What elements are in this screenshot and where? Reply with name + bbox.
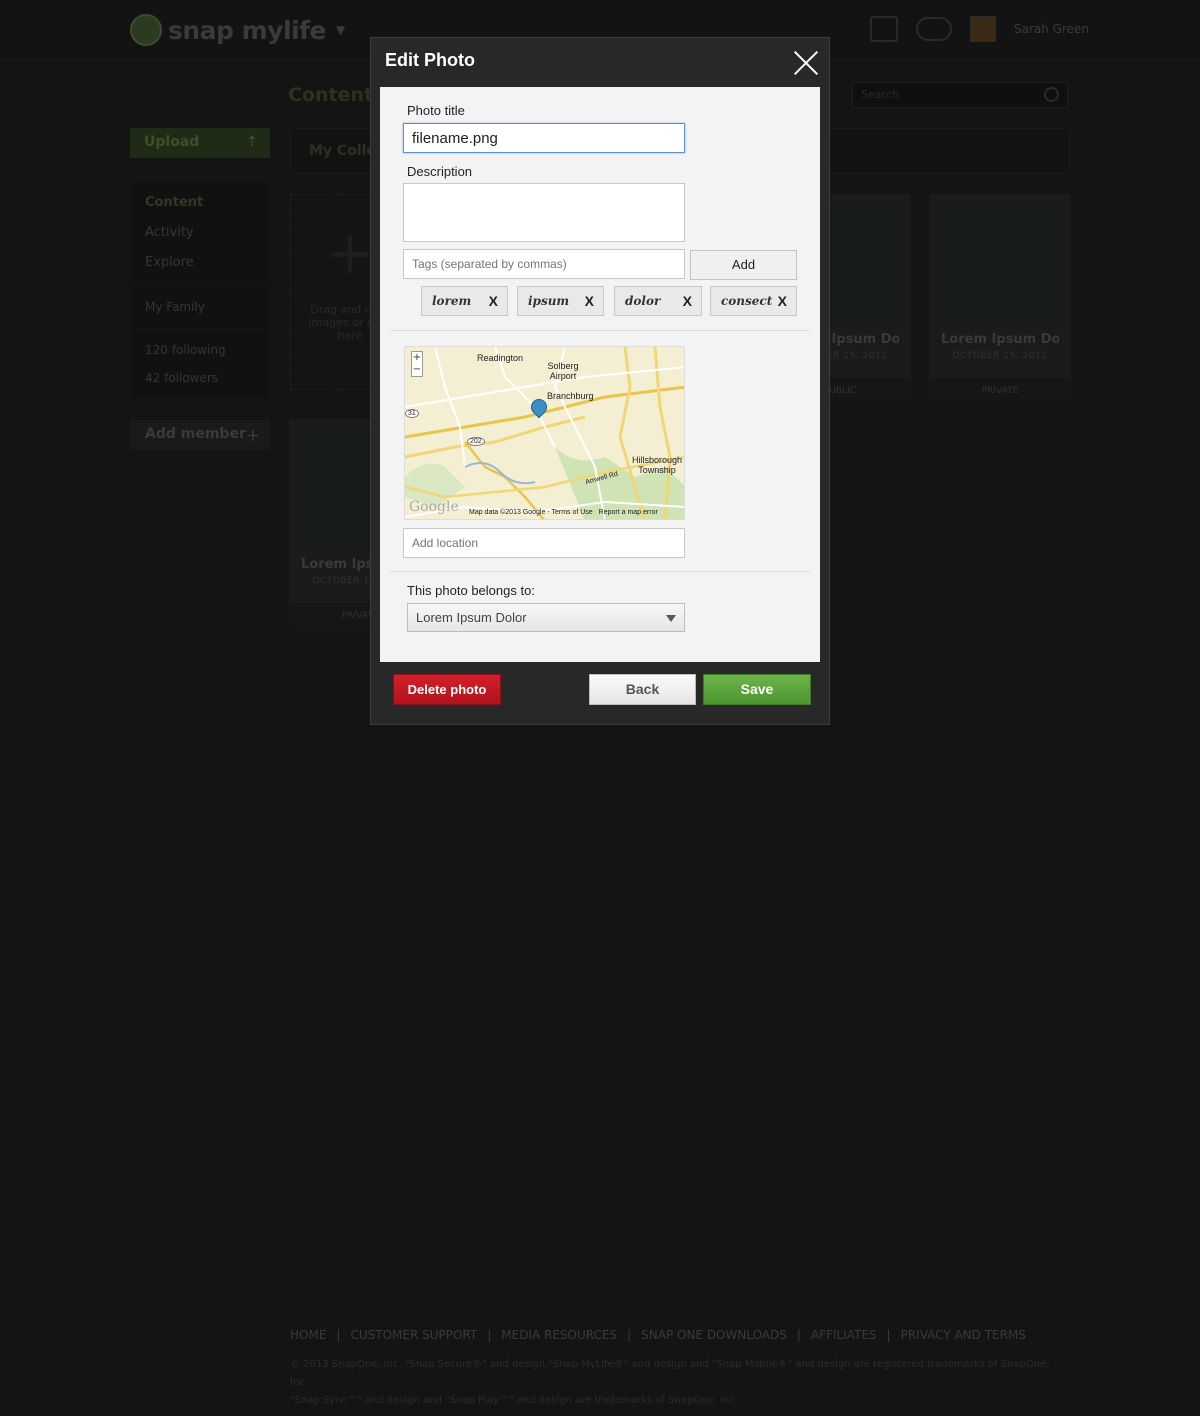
divider (390, 330, 810, 331)
search-input[interactable]: Search (852, 82, 1068, 108)
delete-photo-button[interactable]: Delete photo (393, 674, 501, 705)
belongs-selected-value: Lorem Ipsum Dolor (416, 610, 527, 625)
photo-card[interactable]: Lorem Ipsum Dolor OCTOBER 15, 2012 PRIVA… (929, 194, 1071, 404)
back-button[interactable]: Back (589, 674, 696, 705)
belongs-select[interactable]: Lorem Ipsum Dolor (407, 603, 685, 632)
footer-separator: | (627, 1328, 632, 1342)
avatar[interactable] (970, 16, 996, 42)
top-actions: Sarah Green (870, 16, 1089, 42)
save-button[interactable]: Save (703, 674, 811, 705)
map-route-shield: 31 (405, 409, 419, 418)
map-place-label: Branchburg (547, 391, 594, 401)
add-member-button[interactable]: Add member ＋ (130, 420, 270, 450)
tag-label: ipsum (528, 294, 570, 308)
chevron-down-icon (666, 615, 676, 622)
remove-tag-button[interactable]: X (778, 287, 787, 315)
tag-chip: dolor X (614, 286, 702, 316)
upload-label: Upload (144, 134, 200, 150)
divider (390, 571, 810, 572)
copyright-line-2: "Snap Sync™" and design and "Snap Play™"… (290, 1395, 738, 1406)
belongs-label: This photo belongs to: (407, 583, 535, 598)
location-map[interactable]: + − Readington Solberg Airport Branchbur… (404, 346, 685, 520)
section-title: Content (288, 84, 374, 106)
sidebar-groups: My Family (130, 286, 270, 328)
map-zoom-control: + − (411, 351, 423, 377)
remove-tag-button[interactable]: X (489, 287, 498, 315)
followers-count[interactable]: 42 followers (145, 364, 255, 392)
photo-card-date: OCTOBER 15, 2012 (952, 351, 1048, 361)
footer-link-downloads[interactable]: SNAP ONE DOWNLOADS (641, 1328, 787, 1342)
sidebar-item-explore[interactable]: Explore (145, 248, 255, 278)
footer-link-media[interactable]: MEDIA RESOURCES (501, 1328, 617, 1342)
map-route-shield: 202 (467, 437, 485, 446)
map-place-label: Readington (477, 353, 524, 363)
logo-mark-icon (130, 14, 162, 46)
sidebar-item-my-family[interactable]: My Family (145, 292, 255, 322)
map-place-label: Hillsborough Township (631, 455, 683, 475)
add-tag-button[interactable]: Add (690, 250, 797, 280)
location-input[interactable] (403, 528, 685, 558)
footer-nav: HOME | CUSTOMER SUPPORT | MEDIA RESOURCES | SN… (290, 1328, 1026, 1342)
photo-title-label: Photo title (407, 103, 465, 118)
map-place-label: Solberg Airport (547, 361, 579, 381)
tags-input[interactable] (403, 249, 685, 279)
footer-link-affiliates[interactable]: AFFILIATES (811, 1328, 877, 1342)
description-label: Description (407, 164, 473, 179)
footer-link-support[interactable]: CUSTOMER SUPPORT (350, 1328, 477, 1342)
zoom-out-button[interactable]: − (412, 364, 422, 376)
tag-label: lorem (432, 294, 472, 308)
upload-button[interactable]: Upload ⇡ (130, 128, 270, 158)
footer-separator: | (796, 1328, 801, 1342)
edit-photo-modal: Edit Photo Photo title Description Add l… (370, 37, 830, 725)
footer-separator: | (487, 1328, 492, 1342)
remove-tag-button[interactable]: X (585, 287, 594, 315)
following-count[interactable]: 120 following (145, 336, 255, 364)
sidebar-item-activity[interactable]: Activity (145, 218, 255, 248)
modal-body: Photo title Description Add lorem X ipsu… (380, 87, 820, 662)
add-user-icon: ＋ (246, 429, 260, 445)
copyright-line-1: © 2013 SnapOne, Inc. "Snap Secure®" and … (290, 1359, 1050, 1388)
description-textarea[interactable] (403, 183, 685, 242)
remove-tag-button[interactable]: X (683, 287, 692, 315)
tag-label: consect (721, 294, 773, 308)
tag-chip: ipsum X (517, 286, 604, 316)
footer-link-home[interactable]: HOME (290, 1328, 326, 1342)
footer-copyright: © 2013 SnapOne, Inc. "Snap Secure®" and … (290, 1356, 1050, 1410)
tag-chip: consect X (710, 286, 797, 316)
tag-label: dolor (625, 294, 661, 308)
photo-title-input[interactable] (403, 123, 685, 153)
brand-caret-icon[interactable]: ▼ (336, 23, 345, 37)
map-attribution: Map data ©2013 Google - Terms of Use Rep… (469, 509, 658, 516)
tag-chip: lorem X (421, 286, 508, 316)
sidebar-primary-nav: Content Activity Explore (130, 182, 270, 284)
map-report-link[interactable]: Report a map error (599, 509, 658, 516)
cloud-icon[interactable] (916, 17, 952, 41)
footer-link-privacy[interactable]: PRIVACY AND TERMS (901, 1328, 1026, 1342)
search-icon[interactable] (1044, 87, 1059, 102)
news-icon[interactable] (870, 16, 898, 42)
brand-logo[interactable]: snap mylife ▼ (130, 14, 345, 46)
photo-card-visibility: PRIVATE (929, 378, 1071, 404)
upload-arrow-icon: ⇡ (246, 134, 258, 150)
map-attribution-text[interactable]: Map data ©2013 Google - Terms of Use (469, 509, 593, 516)
user-name[interactable]: Sarah Green (1014, 22, 1089, 36)
close-icon[interactable] (793, 50, 819, 76)
photo-thumbnail[interactable] (941, 206, 1059, 324)
footer-separator: | (336, 1328, 341, 1342)
sidebar-social: 120 following 42 followers (130, 330, 270, 398)
photo-card-title: Lorem Ipsum Dolor (941, 332, 1059, 347)
map-brand: Google (409, 499, 459, 515)
sidebar-item-content[interactable]: Content (145, 188, 255, 218)
search-placeholder: Search (861, 88, 899, 101)
add-member-label: Add member (145, 426, 246, 442)
zoom-in-button[interactable]: + (412, 352, 422, 364)
modal-title: Edit Photo (385, 50, 475, 70)
brand-name: snap mylife (168, 15, 326, 45)
footer-separator: | (886, 1328, 891, 1342)
